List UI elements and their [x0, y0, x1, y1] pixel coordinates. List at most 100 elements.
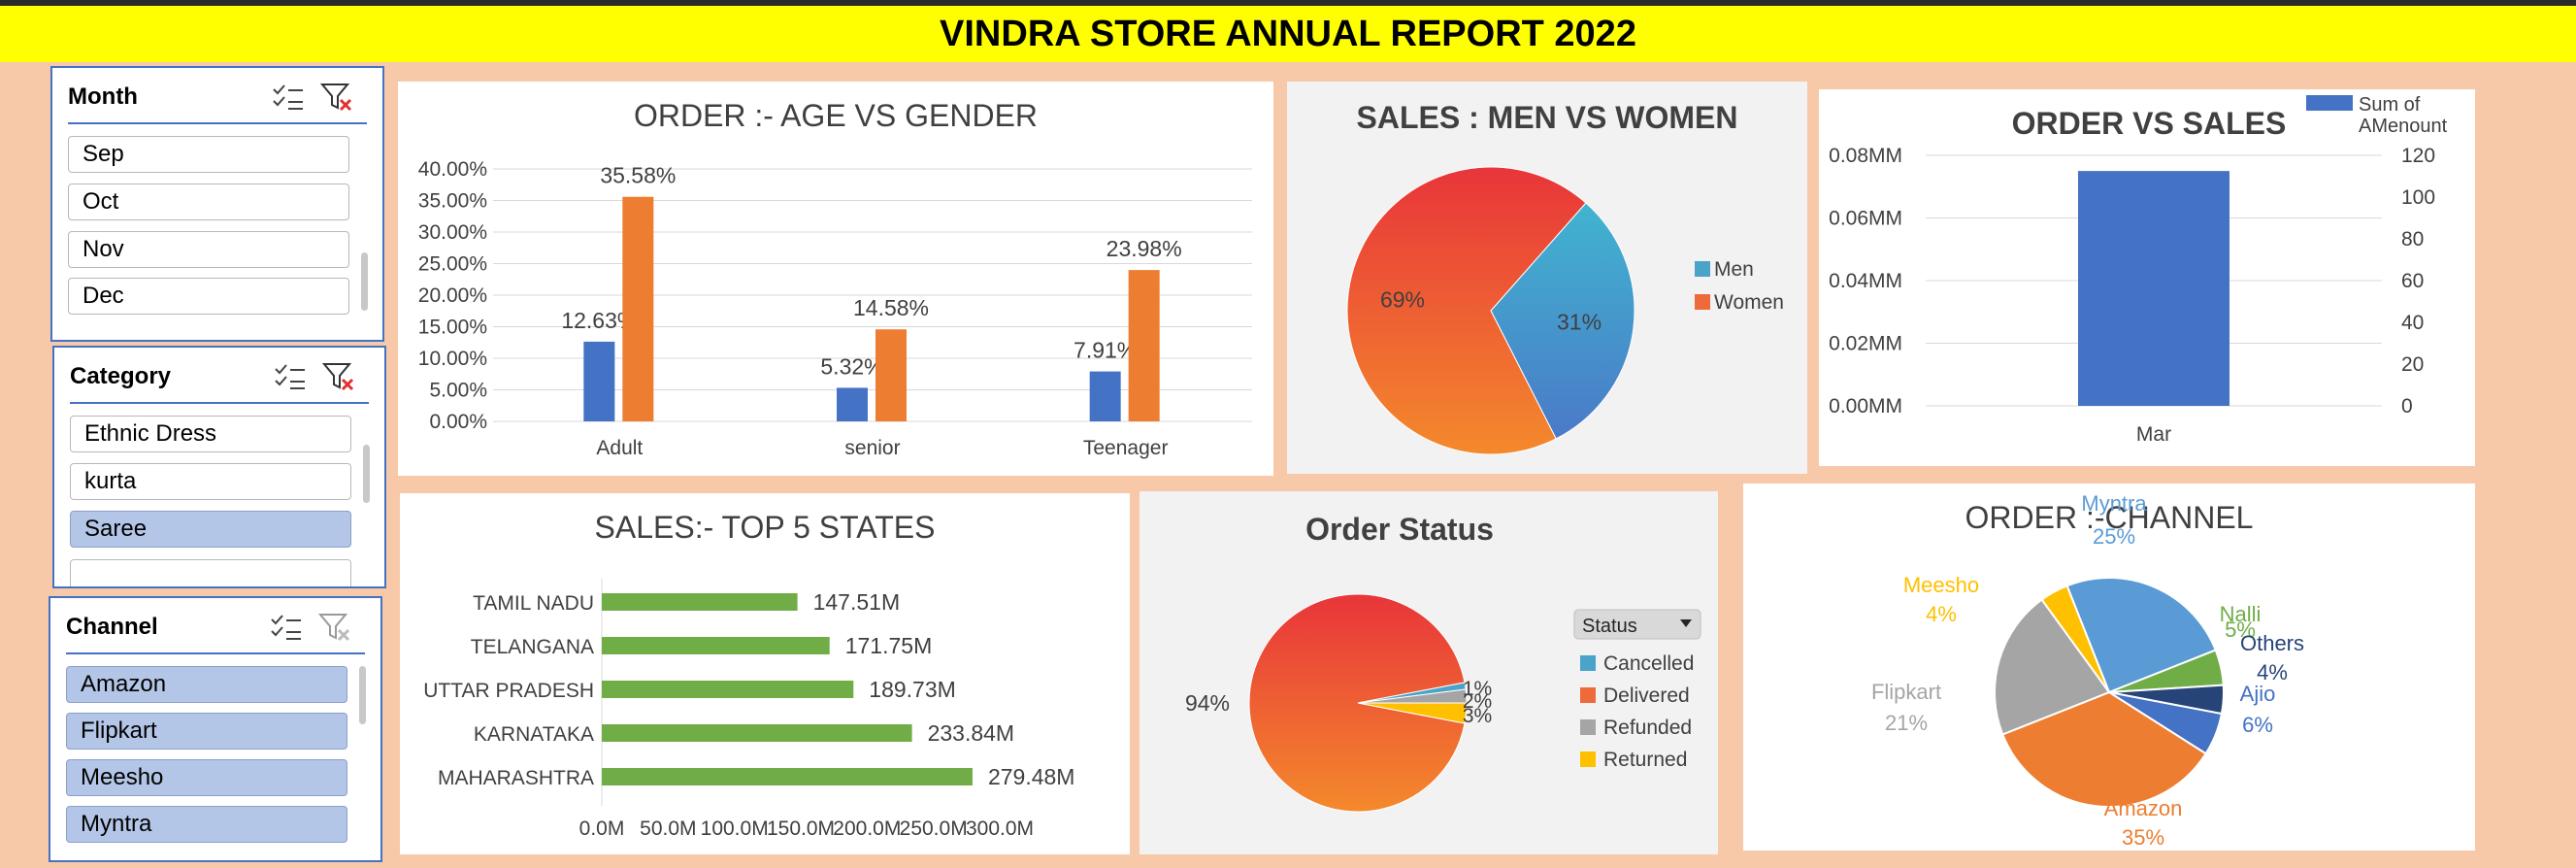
y2-tick-label: 0 — [2401, 395, 2413, 417]
slice-category-label: Ajio — [2240, 682, 2276, 706]
age-gender-chart-panel[interactable]: ORDER :- AGE VS GENDER 0.00% 5.00% 10.00% 15… — [398, 82, 1273, 476]
top-states-chart-panel[interactable]: SALES:- TOP 5 STATES TAMIL NADU 147.51M TEL… — [400, 493, 1130, 854]
multi-select-icon[interactable] — [272, 82, 305, 113]
order-sales-chart: ORDER VS SALES Sum ofAMenount 0.00MM 0.02MM… — [1829, 94, 2448, 446]
legend-marker — [2306, 95, 2353, 111]
category-slicer[interactable]: Category Ethnic Dress kurta Saree — [52, 346, 386, 588]
legend-label: Men — [1714, 258, 1754, 281]
y-tick-label: 15.00% — [418, 317, 487, 339]
bar — [602, 637, 830, 654]
category-item-label: kurta — [84, 468, 137, 494]
channel-slicer[interactable]: Channel Amazon Flipkart Meesho Myntra — [49, 596, 382, 862]
data-label: 171.75M — [845, 633, 933, 658]
legend-label: Returned — [1603, 749, 1687, 771]
bar — [602, 768, 973, 785]
y-tick-label: 5.00% — [429, 380, 487, 402]
y-tick-label: 0.00MM — [1829, 395, 1902, 417]
month-slicer-divider — [68, 122, 367, 124]
channel-slicer-divider — [66, 652, 365, 654]
category-item-label: Ethnic Dress — [84, 420, 217, 447]
legend-marker — [1695, 294, 1710, 310]
slice-category-label: Myntra — [2081, 491, 2147, 516]
x-tick-label: Teenager — [1083, 437, 1169, 459]
x-tick-label: senior — [844, 437, 900, 459]
month-item-oct[interactable]: Oct — [68, 184, 349, 220]
order-sales-chart-panel[interactable]: ORDER VS SALES Sum of AMenount 0.00MM 0.02MM… — [1819, 89, 2475, 466]
month-slicer[interactable]: Month Sep Oct Nov Dec — [50, 66, 384, 342]
legend-label: Women — [1714, 291, 1784, 314]
y-tick-label: 0.00% — [429, 411, 487, 433]
data-label: 233.84M — [928, 720, 1015, 746]
category-scrollbar[interactable] — [363, 445, 370, 503]
age-gender-chart: ORDER :- AGE VS GENDER 0.00% 5.00% 10.00% 15… — [418, 98, 1252, 459]
category-item-ethnic-dress[interactable]: Ethnic Dress — [70, 416, 351, 452]
chart-title: SALES:- TOP 5 STATES — [595, 510, 936, 545]
y2-tick-label: 40 — [2401, 312, 2424, 334]
legend-marker — [1580, 655, 1596, 671]
category-item-kurta[interactable]: kurta — [70, 463, 351, 500]
chart-title: SALES : MEN VS WOMEN — [1357, 100, 1738, 135]
x-tick-label: 300.0M — [966, 818, 1034, 840]
slice-label: 6% — [2242, 713, 2273, 737]
top-states-chart: SALES:- TOP 5 STATES TAMIL NADU 147.51M TEL… — [423, 510, 1075, 840]
chart-title: ORDER :- AGE VS GENDER — [634, 98, 1038, 133]
bar — [1089, 371, 1121, 421]
slice-category-label: Amazon — [2104, 796, 2183, 820]
month-item-nov[interactable]: Nov — [68, 231, 349, 268]
month-item-label: Sep — [83, 141, 124, 167]
x-tick-label: 150.0M — [767, 818, 835, 840]
y-tick-label: MAHARASHTRA — [438, 767, 594, 789]
y-tick-label: 30.00% — [418, 221, 487, 244]
x-tick-label: 0.0M — [579, 818, 625, 840]
legend-marker — [1580, 687, 1596, 703]
category-item-partial[interactable] — [70, 559, 351, 586]
legend-label: AMenount — [2359, 116, 2448, 137]
channel-item-label: Meesho — [81, 764, 164, 790]
channel-chart: ORDER :-CHANNELMyntra25%Nalli5%Others4%A… — [1871, 491, 2304, 850]
chart-title: ORDER VS SALES — [2012, 106, 2287, 141]
x-tick-label: Adult — [596, 437, 643, 459]
men-women-chart-panel[interactable]: SALES : MEN VS WOMEN 31% 69% Men Women — [1287, 82, 1807, 474]
category-slicer-divider — [70, 402, 369, 404]
report-banner: VINDRA STORE ANNUAL REPORT 2022 — [0, 6, 2576, 62]
channel-scrollbar[interactable] — [359, 666, 366, 724]
y2-tick-label: 20 — [2401, 353, 2424, 376]
order-status-chart-panel[interactable]: Order Status 94% 1% 2% 3% Status Cancelled Deli… — [1139, 491, 1718, 854]
data-label: 279.48M — [988, 764, 1075, 789]
month-item-sep[interactable]: Sep — [68, 136, 349, 173]
multi-select-icon[interactable] — [274, 361, 307, 392]
y-tick-label: 25.00% — [418, 253, 487, 276]
men-women-chart: SALES : MEN VS WOMEN 31% 69% Men Women — [1346, 100, 1784, 455]
legend-marker — [1580, 719, 1596, 735]
channel-chart-panel[interactable]: ORDER :-CHANNEL Myntra 25% Nalli 5% Others 4% A… — [1743, 484, 2475, 851]
data-label: 147.51M — [813, 589, 901, 615]
month-slicer-title: Month — [68, 83, 138, 110]
bar — [602, 681, 854, 698]
clear-filter-icon[interactable] — [322, 361, 355, 392]
legend-marker — [1695, 261, 1710, 277]
month-item-dec[interactable]: Dec — [68, 278, 349, 315]
order-status-chart: Order Status94%1%2%3%StatusCancelledDeli… — [1185, 512, 1701, 813]
month-scrollbar[interactable] — [361, 252, 368, 311]
multi-select-icon[interactable] — [270, 612, 303, 643]
y-tick-label: 0.02MM — [1829, 333, 1902, 355]
clear-filter-icon[interactable] — [318, 612, 351, 643]
channel-item-myntra[interactable]: Myntra — [66, 806, 347, 843]
y2-tick-label: 60 — [2401, 270, 2424, 292]
channel-item-flipkart[interactable]: Flipkart — [66, 713, 347, 750]
slice-label: 21% — [1885, 711, 1928, 735]
data-label: 35.58% — [600, 163, 676, 188]
legend-title: Status — [1582, 616, 1637, 637]
bar — [837, 387, 868, 421]
x-tick-label: 100.0M — [701, 818, 769, 840]
y-tick-label: 0.06MM — [1829, 208, 1902, 230]
clear-filter-icon[interactable] — [320, 82, 353, 113]
channel-item-amazon[interactable]: Amazon — [66, 666, 347, 703]
y-tick-label: 0.08MM — [1829, 145, 1902, 167]
slice-label: 25% — [2093, 524, 2135, 549]
legend-marker — [1580, 751, 1596, 767]
bar — [875, 329, 907, 421]
y2-tick-label: 80 — [2401, 228, 2424, 250]
channel-item-meesho[interactable]: Meesho — [66, 759, 347, 796]
category-item-saree[interactable]: Saree — [70, 511, 351, 548]
